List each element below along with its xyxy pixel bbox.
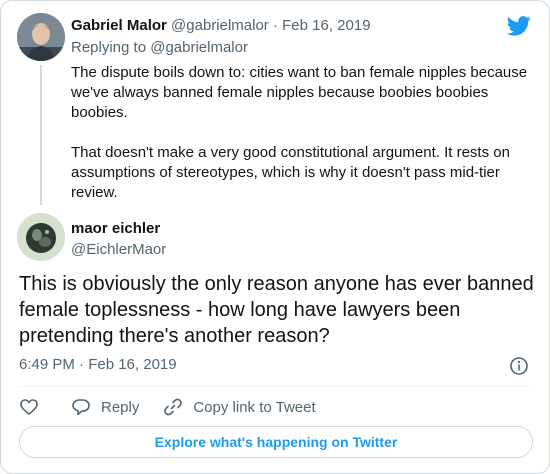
- link-icon: [164, 398, 183, 416]
- parent-tweet-text: The dispute boils down to: cities want t…: [71, 63, 531, 203]
- thread-line: [40, 65, 42, 205]
- reply-button[interactable]: Reply: [71, 397, 139, 417]
- copy-link-label: Copy link to Tweet: [193, 398, 316, 416]
- reply-label: Reply: [101, 398, 140, 416]
- heart-icon: [20, 399, 38, 415]
- parent-tweet-header: Gabriel Malor @gabrielmalor · Feb 16, 20…: [71, 17, 371, 34]
- parent-paragraph: That doesn't make a very good constituti…: [71, 144, 510, 201]
- parent-avatar[interactable]: [17, 13, 65, 61]
- header-separator: ·: [272, 17, 278, 34]
- explore-twitter-button[interactable]: Explore what's happening on Twitter: [19, 426, 533, 458]
- divider: [19, 386, 531, 387]
- info-icon[interactable]: [509, 356, 529, 376]
- parent-date[interactable]: Feb 16, 2019: [282, 17, 370, 34]
- like-button[interactable]: [19, 397, 39, 417]
- tweet-timestamp[interactable]: 6:49 PM · Feb 16, 2019: [19, 356, 177, 373]
- tweet-actions: Reply Copy link to Tweet: [19, 396, 316, 418]
- main-avatar[interactable]: [17, 213, 65, 261]
- copy-link-button[interactable]: Copy link to Tweet: [163, 397, 316, 417]
- main-handle[interactable]: @EichlerMaor: [71, 241, 166, 258]
- replying-to: Replying to @gabrielmalor: [71, 39, 248, 56]
- parent-paragraph: The dispute boils down to: cities want t…: [71, 64, 528, 121]
- twitter-bird-icon[interactable]: [507, 16, 531, 36]
- parent-display-name[interactable]: Gabriel Malor: [71, 17, 167, 34]
- speech-bubble-icon: [72, 399, 90, 416]
- main-tweet-text: This is obviously the only reason anyone…: [19, 273, 534, 347]
- main-display-name[interactable]: maor eichler: [71, 220, 160, 237]
- tweet-embed-card: Gabriel Malor @gabrielmalor · Feb 16, 20…: [0, 0, 550, 474]
- parent-handle[interactable]: @gabrielmalor: [171, 17, 269, 34]
